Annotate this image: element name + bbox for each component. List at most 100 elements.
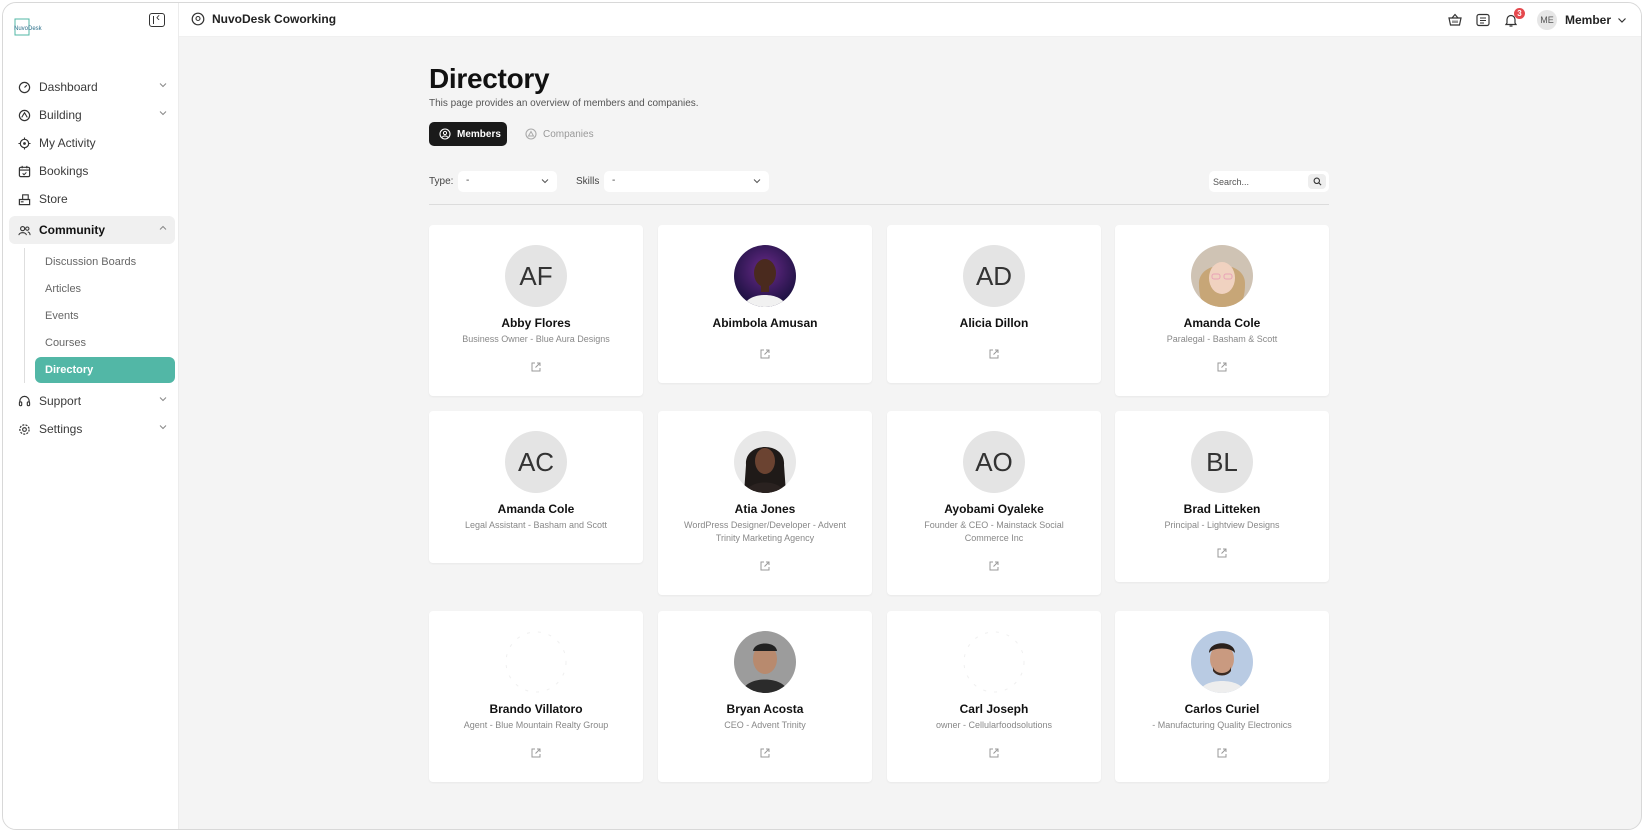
sidebar-subitem-directory[interactable]: Directory <box>35 357 175 383</box>
external-link-icon[interactable] <box>530 361 542 373</box>
notifications-bell-icon[interactable]: 3 <box>1503 8 1525 28</box>
sidebar-item-settings[interactable]: Settings <box>9 415 175 443</box>
sidebar-item-building[interactable]: Building <box>9 101 175 129</box>
external-link-icon[interactable] <box>1216 747 1228 759</box>
external-link-icon[interactable] <box>1216 547 1228 559</box>
member-avatar <box>734 631 796 693</box>
external-link-icon[interactable] <box>988 560 1000 572</box>
tab-members[interactable]: Members <box>429 122 507 146</box>
member-card[interactable]: Carl Joseph owner - Cellularfoodsolution… <box>887 611 1101 782</box>
member-name: Ayobami Oyaleke <box>944 502 1044 516</box>
member-subtitle: Paralegal - Basham & Scott <box>1166 334 1278 344</box>
logo-text: NuvoDesk <box>14 26 43 32</box>
headset-icon <box>17 394 31 408</box>
external-link-icon[interactable] <box>1216 361 1228 373</box>
topbar-actions: 3 ME Member <box>1435 8 1627 30</box>
organization-name: NuvoDesk Coworking <box>212 12 337 26</box>
collapse-sidebar-icon[interactable] <box>149 10 165 27</box>
member-card[interactable]: Brando Villatoro Agent - Blue Mountain R… <box>429 611 643 782</box>
member-photo <box>1191 245 1253 307</box>
member-subtitle: owner - Cellularfoodsolutions <box>935 720 1053 730</box>
member-subtitle: Founder & CEO - Mainstack Social Commerc… <box>924 520 1064 543</box>
sidebar-item-bookings[interactable]: Bookings <box>9 157 175 185</box>
member-card[interactable]: Bryan Acosta CEO - Advent Trinity <box>658 611 872 782</box>
search-icon <box>1313 177 1321 186</box>
type-select[interactable]: - <box>458 171 557 192</box>
member-avatar <box>1191 631 1253 693</box>
directory-filters: Type: - Skills - <box>429 171 1329 193</box>
type-filter-label: Type: <box>429 176 454 187</box>
sidebar-item-label: My Activity <box>39 136 96 150</box>
gauge-icon <box>17 80 31 94</box>
member-card[interactable]: AC Amanda Cole Legal Assistant - Basham … <box>429 411 643 563</box>
member-name: Carl Joseph <box>959 702 1029 716</box>
chevron-down-icon <box>159 111 167 116</box>
member-card[interactable]: AD Alicia Dillon <box>887 225 1101 383</box>
external-link-icon[interactable] <box>759 560 771 572</box>
sidebar-item-label: Support <box>39 394 82 408</box>
search-box <box>1209 171 1329 192</box>
member-card[interactable]: AO Ayobami Oyaleke Founder & CEO - Mains… <box>887 411 1101 595</box>
messages-icon[interactable] <box>1475 12 1491 28</box>
user-avatar[interactable]: ME <box>1536 10 1557 30</box>
external-link-icon[interactable] <box>988 747 1000 759</box>
sidebar-item-label: Bookings <box>39 164 89 178</box>
member-card[interactable]: Abimbola Amusan <box>658 225 872 383</box>
member-name: Carlos Curiel <box>1184 702 1260 716</box>
sidebar-item-store[interactable]: Store <box>9 185 175 213</box>
external-link-icon[interactable] <box>759 747 771 759</box>
page-title: Directory <box>429 63 550 94</box>
member-photo <box>734 431 796 493</box>
member-card[interactable]: BL Brad Litteken Principal - Lightview D… <box>1115 411 1329 582</box>
member-name: Bryan Acosta <box>726 702 804 716</box>
external-link-icon[interactable] <box>759 348 771 360</box>
search-button[interactable] <box>1308 174 1326 189</box>
basket-icon[interactable] <box>1447 12 1463 28</box>
nuvodesk-logo[interactable]: NuvoDesk <box>13 17 47 37</box>
sidebar-item-support[interactable]: Support <box>9 387 175 415</box>
gear-icon <box>17 422 31 436</box>
chevron-down-icon <box>753 179 761 184</box>
external-link-icon[interactable] <box>988 348 1000 360</box>
skills-select[interactable]: - <box>604 171 769 192</box>
filters-divider <box>429 204 1329 205</box>
sidebar-subitem-courses[interactable]: Courses <box>35 329 175 356</box>
broken-image-icon <box>505 631 567 693</box>
user-circle-icon <box>439 128 451 140</box>
chevron-down-icon[interactable] <box>1617 15 1627 25</box>
sidebar-item-label: Community <box>39 223 105 237</box>
member-avatar <box>734 431 796 493</box>
member-avatar-broken <box>505 631 567 693</box>
chevron-up-icon <box>159 225 167 230</box>
user-role-label[interactable]: Member <box>1565 13 1611 27</box>
tab-companies[interactable]: Companies <box>515 122 604 146</box>
calendar-icon <box>17 164 31 178</box>
tab-label: Members <box>457 128 501 140</box>
sidebar-subitem-discussion-boards[interactable]: Discussion Boards <box>35 248 175 275</box>
sidebar-subitem-events[interactable]: Events <box>35 302 175 329</box>
sidebar-subitem-articles[interactable]: Articles <box>35 275 175 302</box>
sidebar-item-community[interactable]: Community <box>9 216 175 244</box>
member-card[interactable]: Carlos Curiel - Manufacturing Quality El… <box>1115 611 1329 782</box>
member-avatar: AD <box>963 245 1025 307</box>
member-card[interactable]: Amanda Cole Paralegal - Basham & Scott <box>1115 225 1329 396</box>
organization-selector[interactable]: NuvoDesk Coworking <box>191 12 336 26</box>
sidebar-item-label: Building <box>39 108 82 122</box>
member-subtitle: Principal - Lightview Designs <box>1164 520 1280 530</box>
member-avatar: AF <box>505 245 567 307</box>
broken-image-icon <box>963 631 1025 693</box>
member-avatar: AC <box>505 431 567 493</box>
member-card[interactable]: AF Abby Flores Business Owner - Blue Aur… <box>429 225 643 396</box>
member-subtitle: WordPress Designer/Developer - Advent Tr… <box>684 520 846 543</box>
skills-select-value: - <box>612 175 616 186</box>
search-input[interactable] <box>1209 171 1305 192</box>
member-avatar <box>1191 245 1253 307</box>
external-link-icon[interactable] <box>530 747 542 759</box>
member-avatar: AO <box>963 431 1025 493</box>
member-card[interactable]: Atia Jones WordPress Designer/Developer … <box>658 411 872 595</box>
sidebar-item-dashboard[interactable]: Dashboard <box>9 73 175 101</box>
tab-label: Companies <box>543 128 594 140</box>
member-subtitle: - Manufacturing Quality Electronics <box>1152 720 1292 730</box>
store-icon <box>17 192 31 206</box>
sidebar-item-my-activity[interactable]: My Activity <box>9 129 175 157</box>
